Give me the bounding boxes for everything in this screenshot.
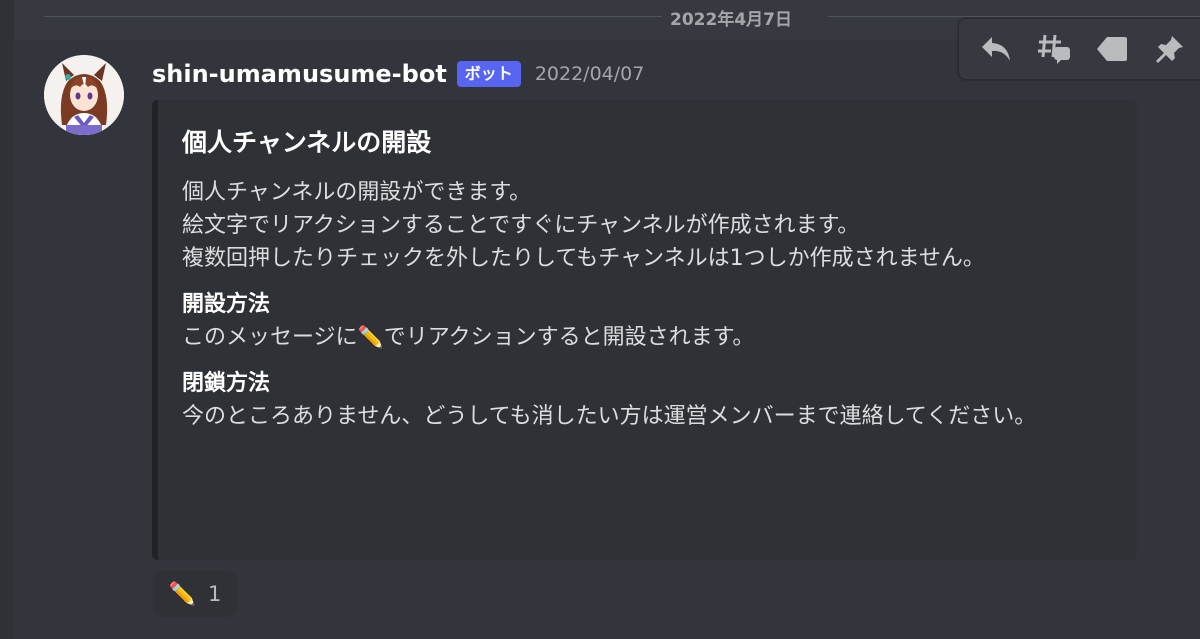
- bot-tag: ボット: [456, 61, 521, 87]
- tag-button[interactable]: [1083, 22, 1141, 76]
- field-value-close: 今のところありません、どうしても消したい方は運営メンバーまで連絡してください。: [182, 404, 1037, 429]
- avatar[interactable]: [44, 55, 124, 135]
- username[interactable]: shin-umamusume-bot: [152, 60, 447, 88]
- field-value-open: このメッセージに✏️でリアクションすると開設されます。: [182, 321, 1113, 354]
- tag-icon: [1097, 37, 1127, 61]
- embed-title: 個人チャンネルの開設: [182, 128, 432, 157]
- date-divider-label: 2022年4月7日: [670, 10, 792, 30]
- description-line: 絵文字でリアクションすることですぐにチャンネルが作成されます。: [182, 213, 860, 238]
- embed: 個人チャンネルの開設 個人チャンネルの開設ができます。 絵文字でリアクションする…: [152, 100, 1137, 560]
- field-name-open: 開設方法: [182, 292, 271, 317]
- reaction-count: 1: [208, 582, 222, 606]
- message-toolbar: [958, 18, 1200, 80]
- pencil-emoji-icon: ✏️: [357, 325, 384, 349]
- field-value-text: このメッセージに: [182, 325, 358, 350]
- left-scroll-strip: [0, 0, 14, 639]
- create-thread-icon: [1038, 34, 1070, 64]
- create-thread-button[interactable]: [1025, 22, 1083, 76]
- timestamp[interactable]: 2022/04/07: [535, 63, 645, 85]
- reply-icon: [982, 37, 1010, 61]
- pencil-emoji-icon: ✏️: [168, 581, 197, 607]
- pin-button[interactable]: [1141, 22, 1199, 76]
- divider-line: [44, 16, 662, 17]
- pin-icon: [1156, 36, 1183, 63]
- embed-description: 個人チャンネルの開設ができます。 絵文字でリアクションすることですぐにチャンネル…: [182, 176, 1113, 275]
- avatar-image: [44, 55, 124, 135]
- divider-line: [828, 16, 1200, 17]
- field-value-text: でリアクションすると開設されます。: [383, 325, 755, 350]
- reply-button[interactable]: [967, 22, 1025, 76]
- chat-view: 2022年4月7日 shin-umamusume-bot ボット 2022/04…: [0, 0, 1200, 639]
- description-line: 複数回押したりチェックを外したりしてもチャンネルは1つしか作成されません。: [182, 246, 985, 271]
- description-line: 個人チャンネルの開設ができます。: [182, 180, 532, 205]
- reaction-button[interactable]: ✏️ 1: [153, 571, 237, 617]
- message-header: shin-umamusume-bot ボット 2022/04/07: [152, 56, 644, 92]
- field-name-close: 閉鎖方法: [182, 371, 271, 396]
